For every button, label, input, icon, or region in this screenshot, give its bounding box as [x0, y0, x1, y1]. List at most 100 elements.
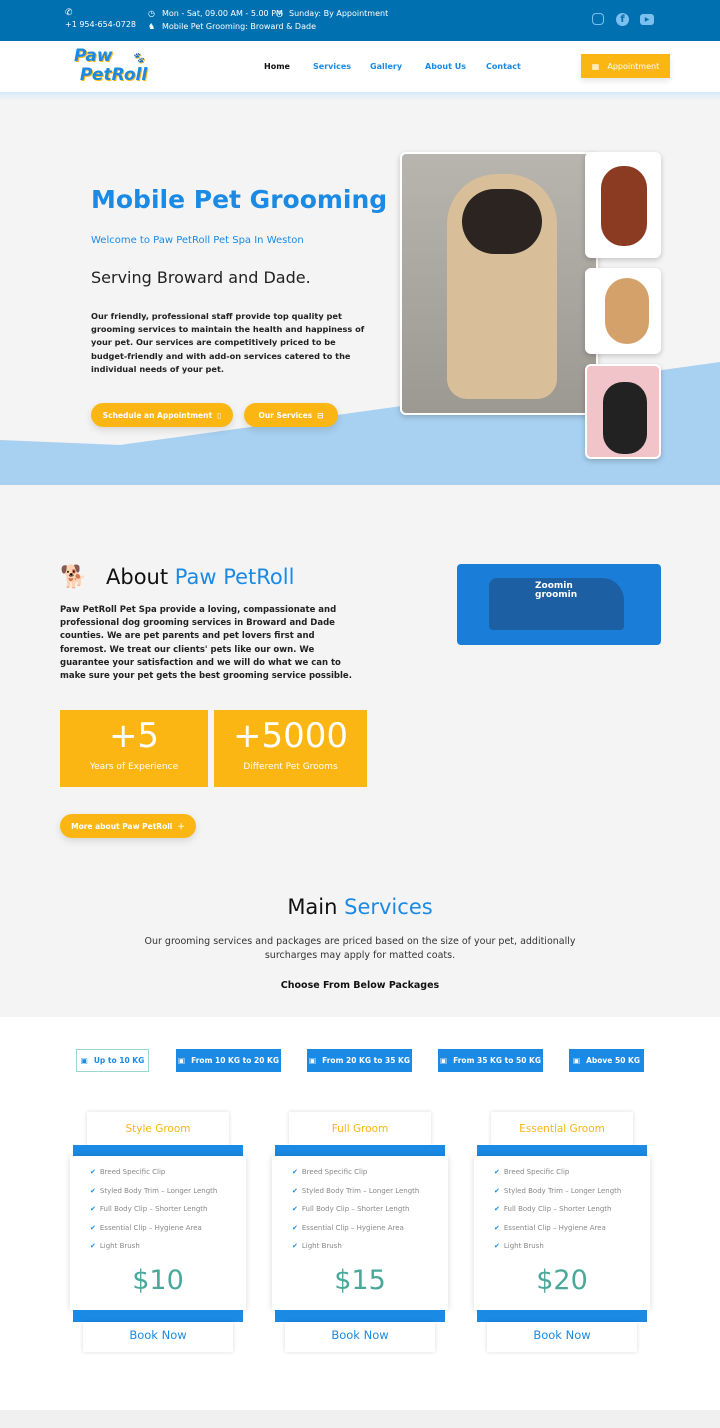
- tab-up-to-10kg[interactable]: ▣ Up to 10 KG: [76, 1049, 149, 1072]
- schedule-appointment-button[interactable]: Schedule an Appointment ▯: [91, 403, 233, 427]
- dog-photo: [585, 152, 661, 258]
- nav-about[interactable]: About Us: [425, 62, 466, 71]
- check-icon: ✔: [90, 1223, 96, 1232]
- phone-number[interactable]: +1 954-654-0728: [65, 20, 136, 29]
- feature-item: ✔ Full Body Clip – Shorter Length: [292, 1205, 410, 1213]
- feature-item: ✔ Styled Body Trim – Longer Length: [90, 1186, 218, 1195]
- card-bar: [73, 1310, 243, 1322]
- feature-item: ✔ Light Brush: [90, 1242, 140, 1250]
- briefcase-icon: ⊟: [317, 410, 324, 420]
- feature-item: ✔ Essential Clip – Hygiene Area: [494, 1223, 606, 1232]
- collie-cat-photo: [585, 268, 661, 354]
- appointment-button[interactable]: ▦ Appointment: [581, 54, 670, 78]
- package-name: Full Groom: [289, 1112, 431, 1146]
- choose-text: Choose From Below Packages: [280, 980, 440, 991]
- hero-title: Mobile Pet Grooming: [91, 185, 388, 214]
- services-title: Main Services: [287, 895, 433, 919]
- check-icon: ✔: [292, 1168, 298, 1176]
- package-name: Style Groom: [87, 1112, 229, 1146]
- facebook-icon[interactable]: f: [616, 13, 629, 26]
- card-bar: [477, 1310, 647, 1322]
- feature-item: ✔ Breed Specific Clip: [292, 1168, 368, 1176]
- nav-services[interactable]: Services: [313, 62, 351, 71]
- bag-icon: ▣: [572, 1056, 581, 1065]
- feature-item: ✔ Full Body Clip – Shorter Length: [90, 1205, 208, 1213]
- book-now-button[interactable]: Book Now: [285, 1322, 435, 1352]
- van-photo: Zoomin groomin: [457, 564, 661, 645]
- nav-gallery[interactable]: Gallery: [370, 62, 402, 71]
- phone-icon: ✆: [65, 8, 73, 18]
- check-icon: ✔: [494, 1242, 500, 1250]
- check-icon: ✔: [90, 1205, 96, 1213]
- dog-icon: 🐕: [60, 565, 88, 590]
- calendar-icon: ▦: [591, 61, 600, 71]
- sunday-hours: Sunday: By Appointment: [289, 9, 389, 18]
- tab-20-35kg[interactable]: ▣ From 20 KG to 35 KG: [307, 1049, 412, 1072]
- tab-35-50kg[interactable]: ▣ From 35 KG to 50 KG: [438, 1049, 543, 1072]
- hero-serving: Serving Broward and Dade.: [91, 268, 311, 287]
- service-area: Mobile Pet Grooming: Broward & Dade: [162, 22, 316, 31]
- feature-item: ✔ Light Brush: [292, 1242, 342, 1250]
- package-card: ✔ Breed Specific Clip ✔ Styled Body Trim – …: [70, 1156, 246, 1310]
- package-price: $20: [536, 1264, 588, 1296]
- check-icon: ✔: [90, 1242, 96, 1250]
- feature-item: ✔ Essential Clip – Hygiene Area: [90, 1223, 202, 1232]
- feature-item: ✔ Light Brush: [494, 1242, 544, 1250]
- youtube-icon[interactable]: ▶: [640, 14, 654, 25]
- check-icon: ✔: [292, 1205, 298, 1213]
- bag-icon: ▣: [177, 1056, 186, 1065]
- pug-photo: [400, 152, 598, 415]
- check-icon: ✔: [292, 1186, 298, 1195]
- check-icon: ✔: [494, 1186, 500, 1195]
- feature-item: ✔ Full Body Clip – Shorter Length: [494, 1205, 612, 1213]
- hero-body: Our friendly, professional staff provide…: [91, 311, 365, 374]
- clock-icon: ◷: [276, 9, 283, 18]
- check-icon: ✔: [90, 1186, 96, 1195]
- check-icon: ✔: [292, 1242, 298, 1250]
- package-name: Essential Groom: [491, 1112, 633, 1146]
- package-price: $10: [132, 1264, 184, 1296]
- our-services-button[interactable]: Our Services ⊟: [244, 403, 338, 427]
- bag-icon: ▣: [308, 1056, 317, 1065]
- hours: Mon - Sat, 09.00 AM - 5.00 PM: [162, 9, 283, 18]
- feature-item: ✔ Styled Body Trim – Longer Length: [494, 1186, 622, 1195]
- instagram-icon[interactable]: [592, 13, 604, 25]
- dog-icon: ♞: [148, 22, 156, 31]
- about-title: About Paw PetRoll: [106, 565, 295, 589]
- check-icon: ✔: [494, 1205, 500, 1213]
- about-body: Paw PetRoll Pet Spa provide a loving, co…: [60, 605, 352, 682]
- tab-10-20kg[interactable]: ▣ From 10 KG to 20 KG: [176, 1049, 281, 1072]
- stat-grooms: +5000 Different Pet Grooms: [214, 710, 367, 787]
- terrier-photo: [585, 364, 661, 459]
- check-icon: ✔: [292, 1223, 298, 1232]
- bag-icon: ▣: [439, 1056, 448, 1065]
- check-icon: ✔: [494, 1223, 500, 1232]
- package-price: $15: [334, 1264, 386, 1296]
- top-bar: ✆ +1 954-654-0728 ◷ Mon - Sat, 09.00 AM …: [0, 0, 720, 41]
- package-card: ✔ Breed Specific Clip ✔ Styled Body Trim – …: [272, 1156, 448, 1310]
- feature-item: ✔ Styled Body Trim – Longer Length: [292, 1186, 420, 1195]
- phone-icon: ▯: [217, 410, 222, 420]
- check-icon: ✔: [494, 1168, 500, 1176]
- package-card: ✔ Breed Specific Clip ✔ Styled Body Trim – …: [474, 1156, 650, 1310]
- more-about-button[interactable]: More about Paw PetRoll ＋: [60, 814, 196, 838]
- book-now-button[interactable]: Book Now: [83, 1322, 233, 1352]
- book-now-button[interactable]: Book Now: [487, 1322, 637, 1352]
- feature-item: ✔ Essential Clip – Hygiene Area: [292, 1223, 404, 1232]
- plus-icon: ＋: [177, 821, 185, 831]
- logo[interactable]: Paw PetRoll 🐾: [74, 47, 154, 89]
- nav-contact[interactable]: Contact: [486, 62, 521, 71]
- footer-strip: [0, 1410, 720, 1428]
- services-desc: Our grooming services and packages are p…: [144, 936, 576, 961]
- hero-subtitle: Welcome to Paw PetRoll Pet Spa In Weston: [91, 235, 304, 246]
- nav-home[interactable]: Home: [264, 62, 290, 71]
- feature-item: ✔ Breed Specific Clip: [90, 1168, 166, 1176]
- nav-wave: [0, 92, 720, 100]
- main-nav: Paw PetRoll 🐾 Home Services Gallery About…: [0, 41, 720, 95]
- card-bar: [275, 1310, 445, 1322]
- tab-above-50kg[interactable]: ▣ Above 50 KG: [569, 1049, 644, 1072]
- stat-years: +5 Years of Experience: [60, 710, 208, 787]
- clock-icon: ◷: [148, 9, 155, 18]
- check-icon: ✔: [90, 1168, 96, 1176]
- bag-icon: ▣: [80, 1056, 88, 1065]
